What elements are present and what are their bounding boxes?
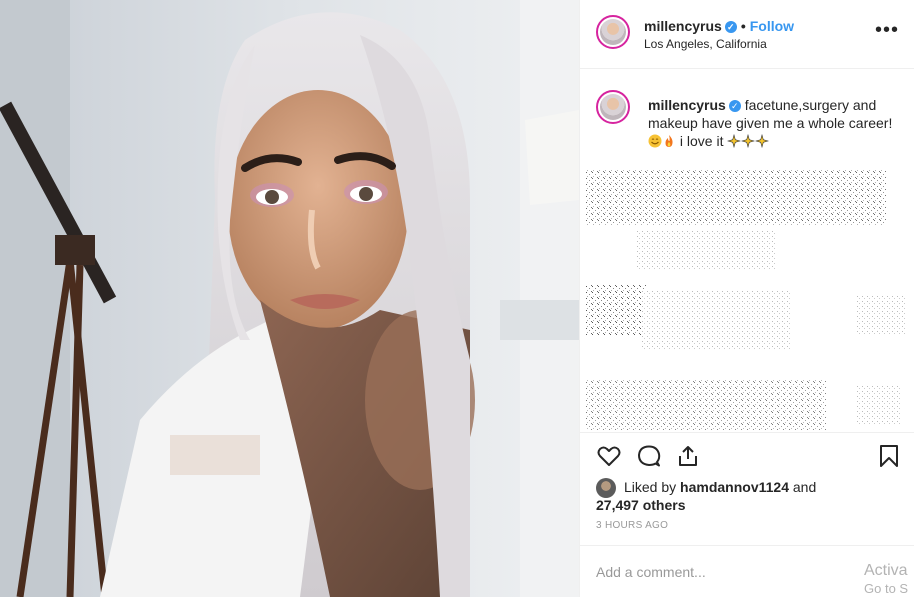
watermark-line-1: Activa (864, 562, 908, 579)
post-location[interactable]: Los Angeles, California (644, 37, 767, 51)
post-actions-bar (580, 432, 914, 479)
post-timestamp[interactable]: 3 HOURS AGO (596, 520, 668, 531)
bookmark-icon[interactable] (876, 443, 902, 469)
caption-text-end: i love it (676, 133, 724, 149)
comments-list-redacted (586, 160, 908, 430)
author-username[interactable]: millencyrus (644, 18, 722, 34)
comment-icon[interactable] (636, 443, 662, 469)
post-photo[interactable] (0, 0, 579, 597)
sparkles-emoji-icon (741, 134, 756, 148)
follow-button[interactable]: Follow (750, 18, 794, 34)
portrait-image (0, 0, 579, 597)
liker-username[interactable]: hamdannov1124 (680, 479, 789, 495)
likes-count[interactable]: 27,497 others (596, 496, 906, 514)
liker-avatar[interactable] (596, 478, 616, 498)
likes-middle: and (788, 479, 817, 495)
caption-avatar[interactable] (596, 90, 630, 124)
more-options-icon[interactable]: ••• (875, 20, 899, 40)
post-header: millencyrus ✓ • Follow Los Angeles, Califor… (580, 0, 914, 69)
likes-prefix: Liked by (624, 479, 681, 495)
sparkles-emoji-icon (727, 134, 742, 148)
share-icon[interactable] (675, 443, 701, 469)
caption-username[interactable]: millencyrus (648, 97, 726, 113)
watermark-line-2: Go to S (864, 581, 909, 596)
heart-icon[interactable] (596, 443, 622, 469)
likes-summary: Liked by hamdannov1124 and 27,497 others (596, 478, 906, 514)
comment-input[interactable] (596, 564, 846, 580)
smiling-face-emoji-icon (648, 134, 662, 148)
windows-activation-watermark: Activa Go to S (864, 562, 908, 598)
author-avatar[interactable] (596, 15, 630, 49)
caption-verified-badge-icon: ✓ (728, 100, 741, 113)
verified-badge-icon: ✓ (724, 21, 737, 34)
sparkles-emoji-icon (755, 134, 770, 148)
fire-emoji-icon (665, 135, 673, 147)
separator-dot: • (740, 18, 746, 34)
post-side-panel: millencyrus ✓ • Follow Los Angeles, Califor… (579, 0, 914, 597)
